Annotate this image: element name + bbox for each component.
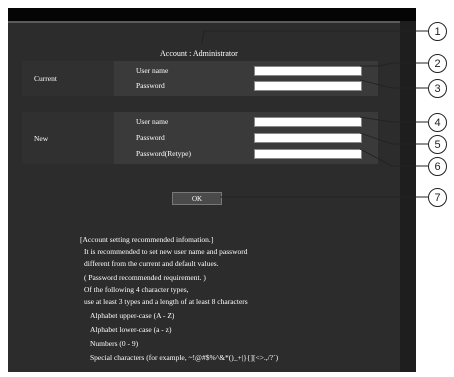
callout-5-marker: 5 bbox=[428, 135, 447, 154]
callout-7-marker: 7 bbox=[428, 188, 447, 207]
callout-1-marker: 1 bbox=[428, 22, 447, 41]
callout-6-marker: 6 bbox=[428, 157, 447, 176]
callout-4-marker: 4 bbox=[428, 113, 447, 132]
callout-3-marker: 3 bbox=[428, 79, 447, 98]
callout-2-marker: 2 bbox=[428, 54, 447, 73]
callout-leader-lines bbox=[201, 30, 428, 198]
